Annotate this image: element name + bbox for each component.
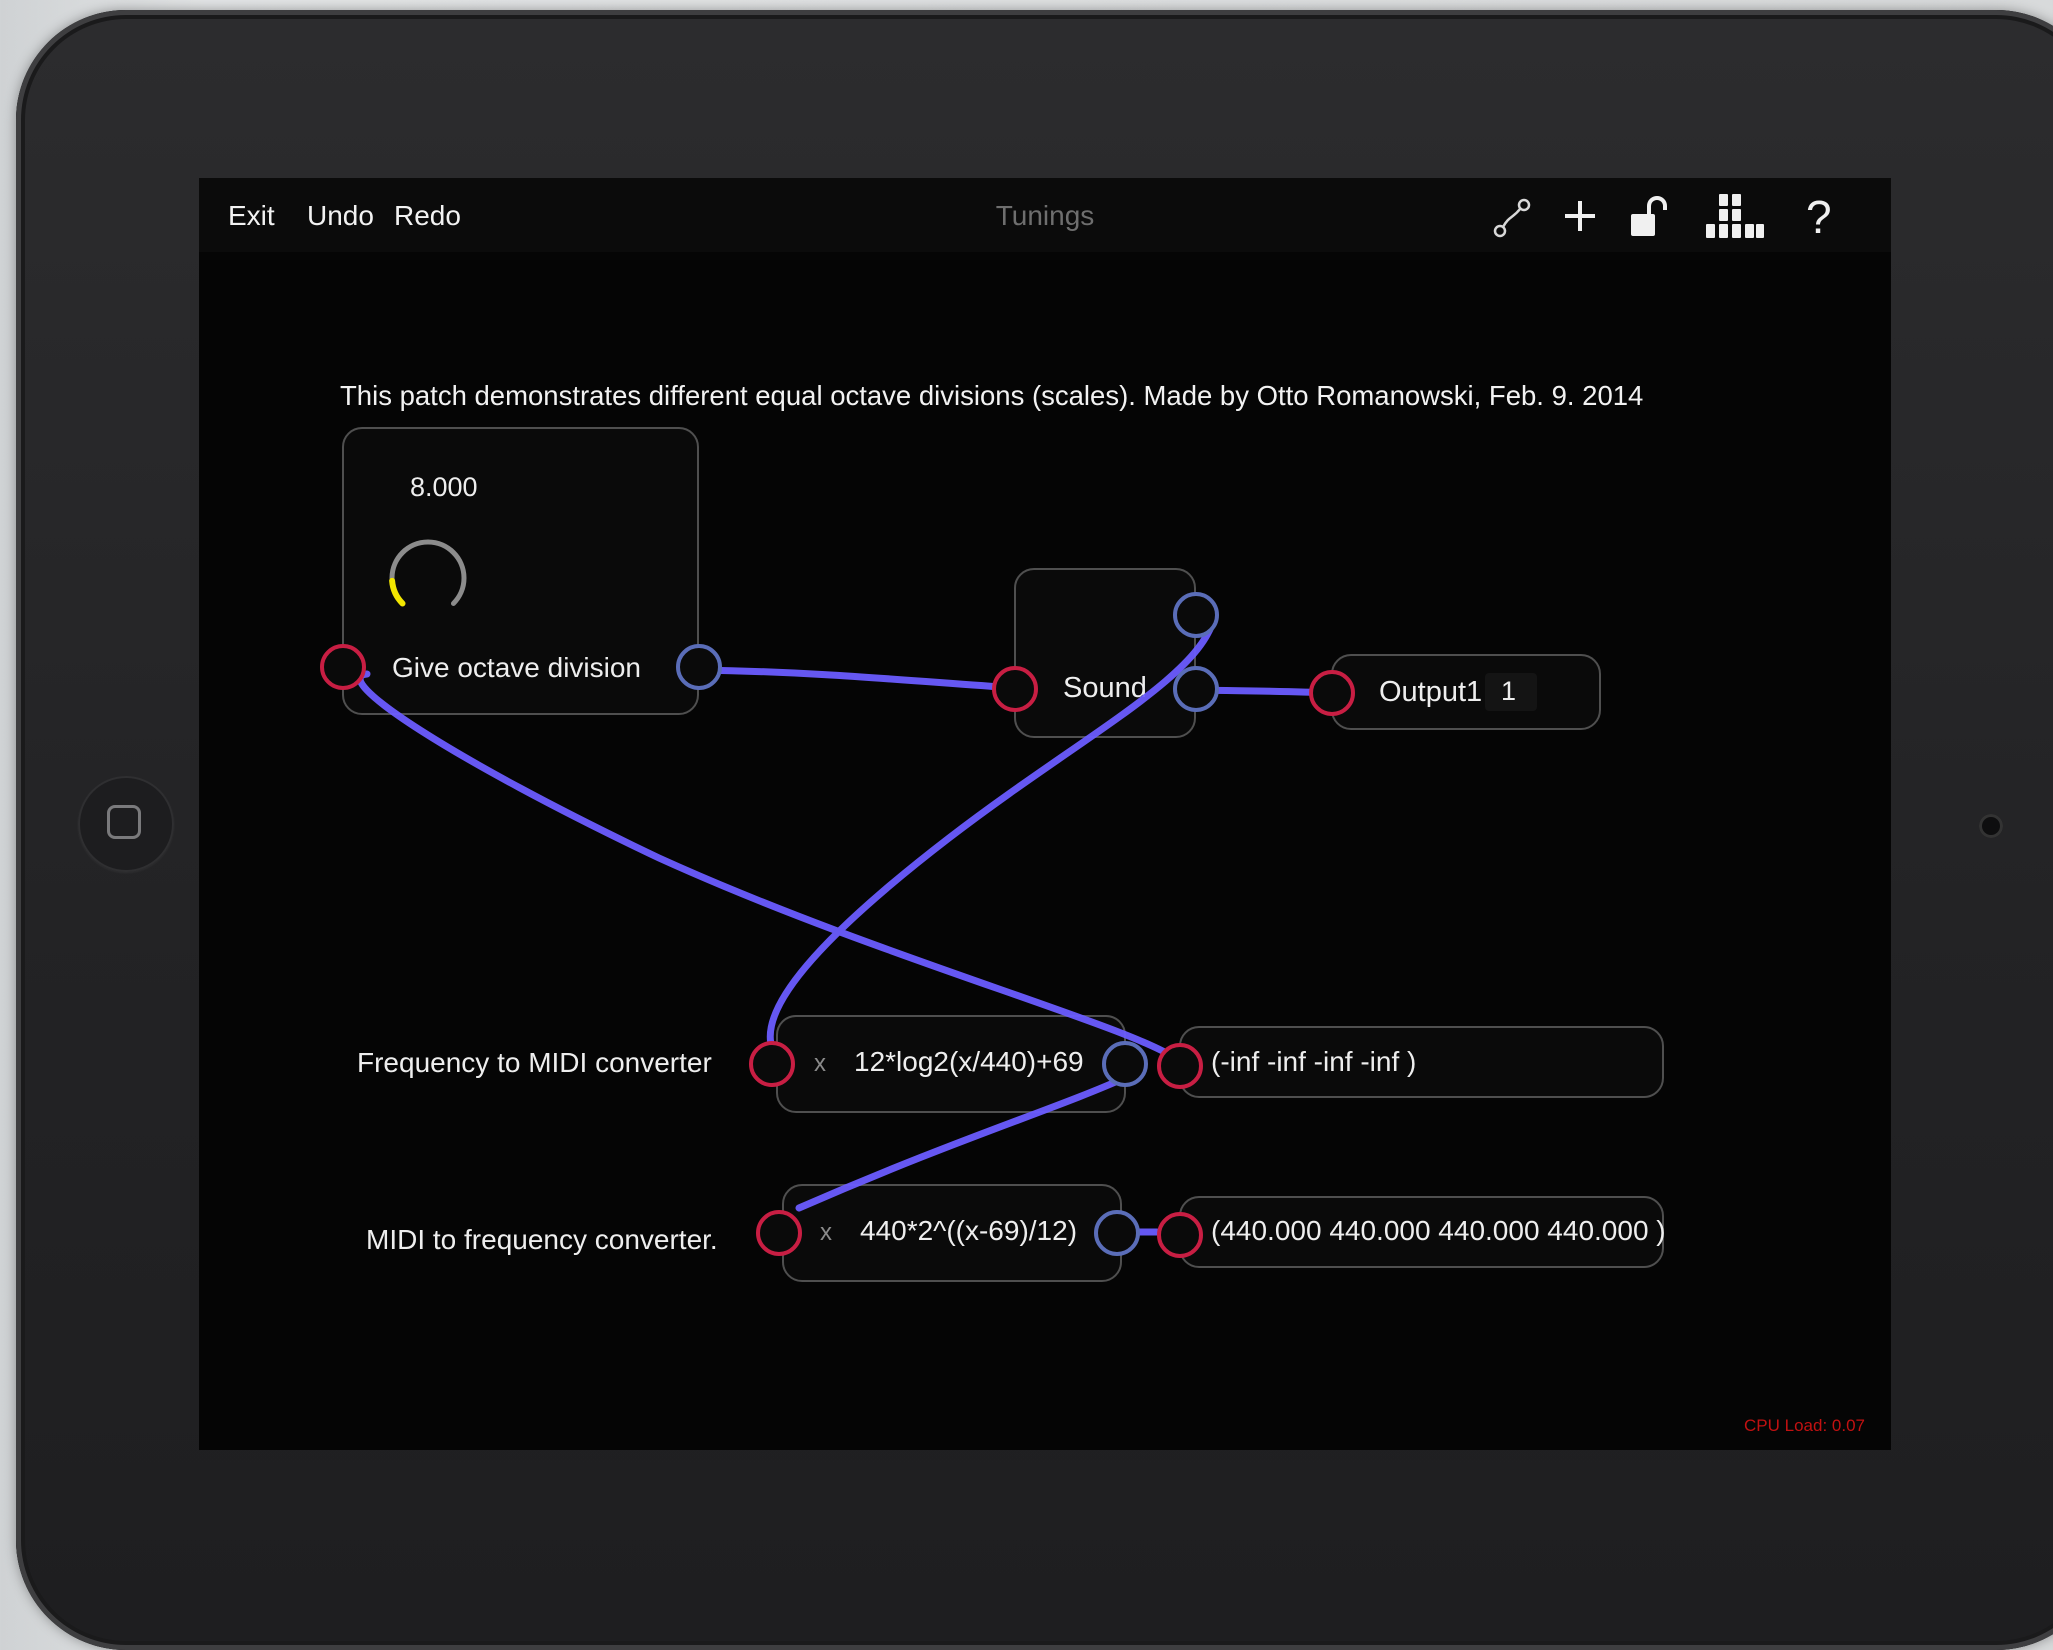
midi-to-freq-result-inlet[interactable] [1157, 1212, 1203, 1258]
sound-module[interactable] [1014, 568, 1196, 738]
freq-to-midi-inlet[interactable] [749, 1041, 795, 1087]
freq-to-midi-expression: 12*log2(x/440)+69 [854, 1046, 1084, 1077]
freq-to-midi-title: Frequency to MIDI converter [357, 1047, 712, 1078]
help-button[interactable]: ? [1806, 190, 1832, 244]
cpu-load: CPU Load: 0.07 [1744, 1416, 1865, 1435]
output-channel: 1 [1501, 676, 1517, 706]
knob-outlet[interactable] [676, 644, 722, 690]
palette-blocks-icon[interactable] [1705, 192, 1765, 245]
sound-outlet-top[interactable] [1173, 592, 1219, 638]
freq-to-midi-result: (-inf -inf -inf -inf ) [1211, 1046, 1417, 1077]
toolbar: Exit Undo Redo Tunings ? [199, 178, 1891, 252]
sound-outlet[interactable] [1173, 666, 1219, 712]
midi-to-freq-title: MIDI to frequency converter. [366, 1224, 718, 1255]
freq-to-midi-operator: x [814, 1050, 826, 1077]
sound-label: Sound [1063, 672, 1147, 704]
wire-connect-icon[interactable] [1491, 196, 1533, 245]
knob-dial[interactable] [383, 533, 473, 623]
output-label: Output1 [1379, 676, 1483, 708]
plus-icon[interactable] [1562, 198, 1598, 239]
midi-to-freq-outlet[interactable] [1094, 1210, 1140, 1256]
wire-knob-to-sound [696, 666, 1019, 692]
home-square-icon [107, 805, 141, 839]
freq-to-midi-result-inlet[interactable] [1157, 1043, 1203, 1089]
knob-label: Give octave division [392, 652, 642, 683]
camera [1979, 814, 2003, 838]
patch-comment: This patch demonstrates different equal … [340, 380, 1644, 411]
home-button[interactable] [78, 776, 174, 872]
app-screen: Exit Undo Redo Tunings ? This patch demo… [199, 178, 1891, 1450]
midi-to-freq-expression: 440*2^((x-69)/12) [860, 1215, 1078, 1246]
freq-to-midi-outlet[interactable] [1102, 1041, 1148, 1087]
unlock-icon[interactable] [1629, 194, 1673, 245]
midi-to-freq-operator: x [820, 1219, 832, 1246]
sound-inlet[interactable] [992, 666, 1038, 712]
knob-value: 8.000 [410, 472, 478, 502]
knob-inlet[interactable] [320, 644, 366, 690]
output-inlet[interactable] [1309, 670, 1355, 716]
midi-to-freq-result: (440.000 440.000 440.000 440.000 ) [1211, 1215, 1666, 1246]
midi-to-freq-inlet[interactable] [756, 1210, 802, 1256]
